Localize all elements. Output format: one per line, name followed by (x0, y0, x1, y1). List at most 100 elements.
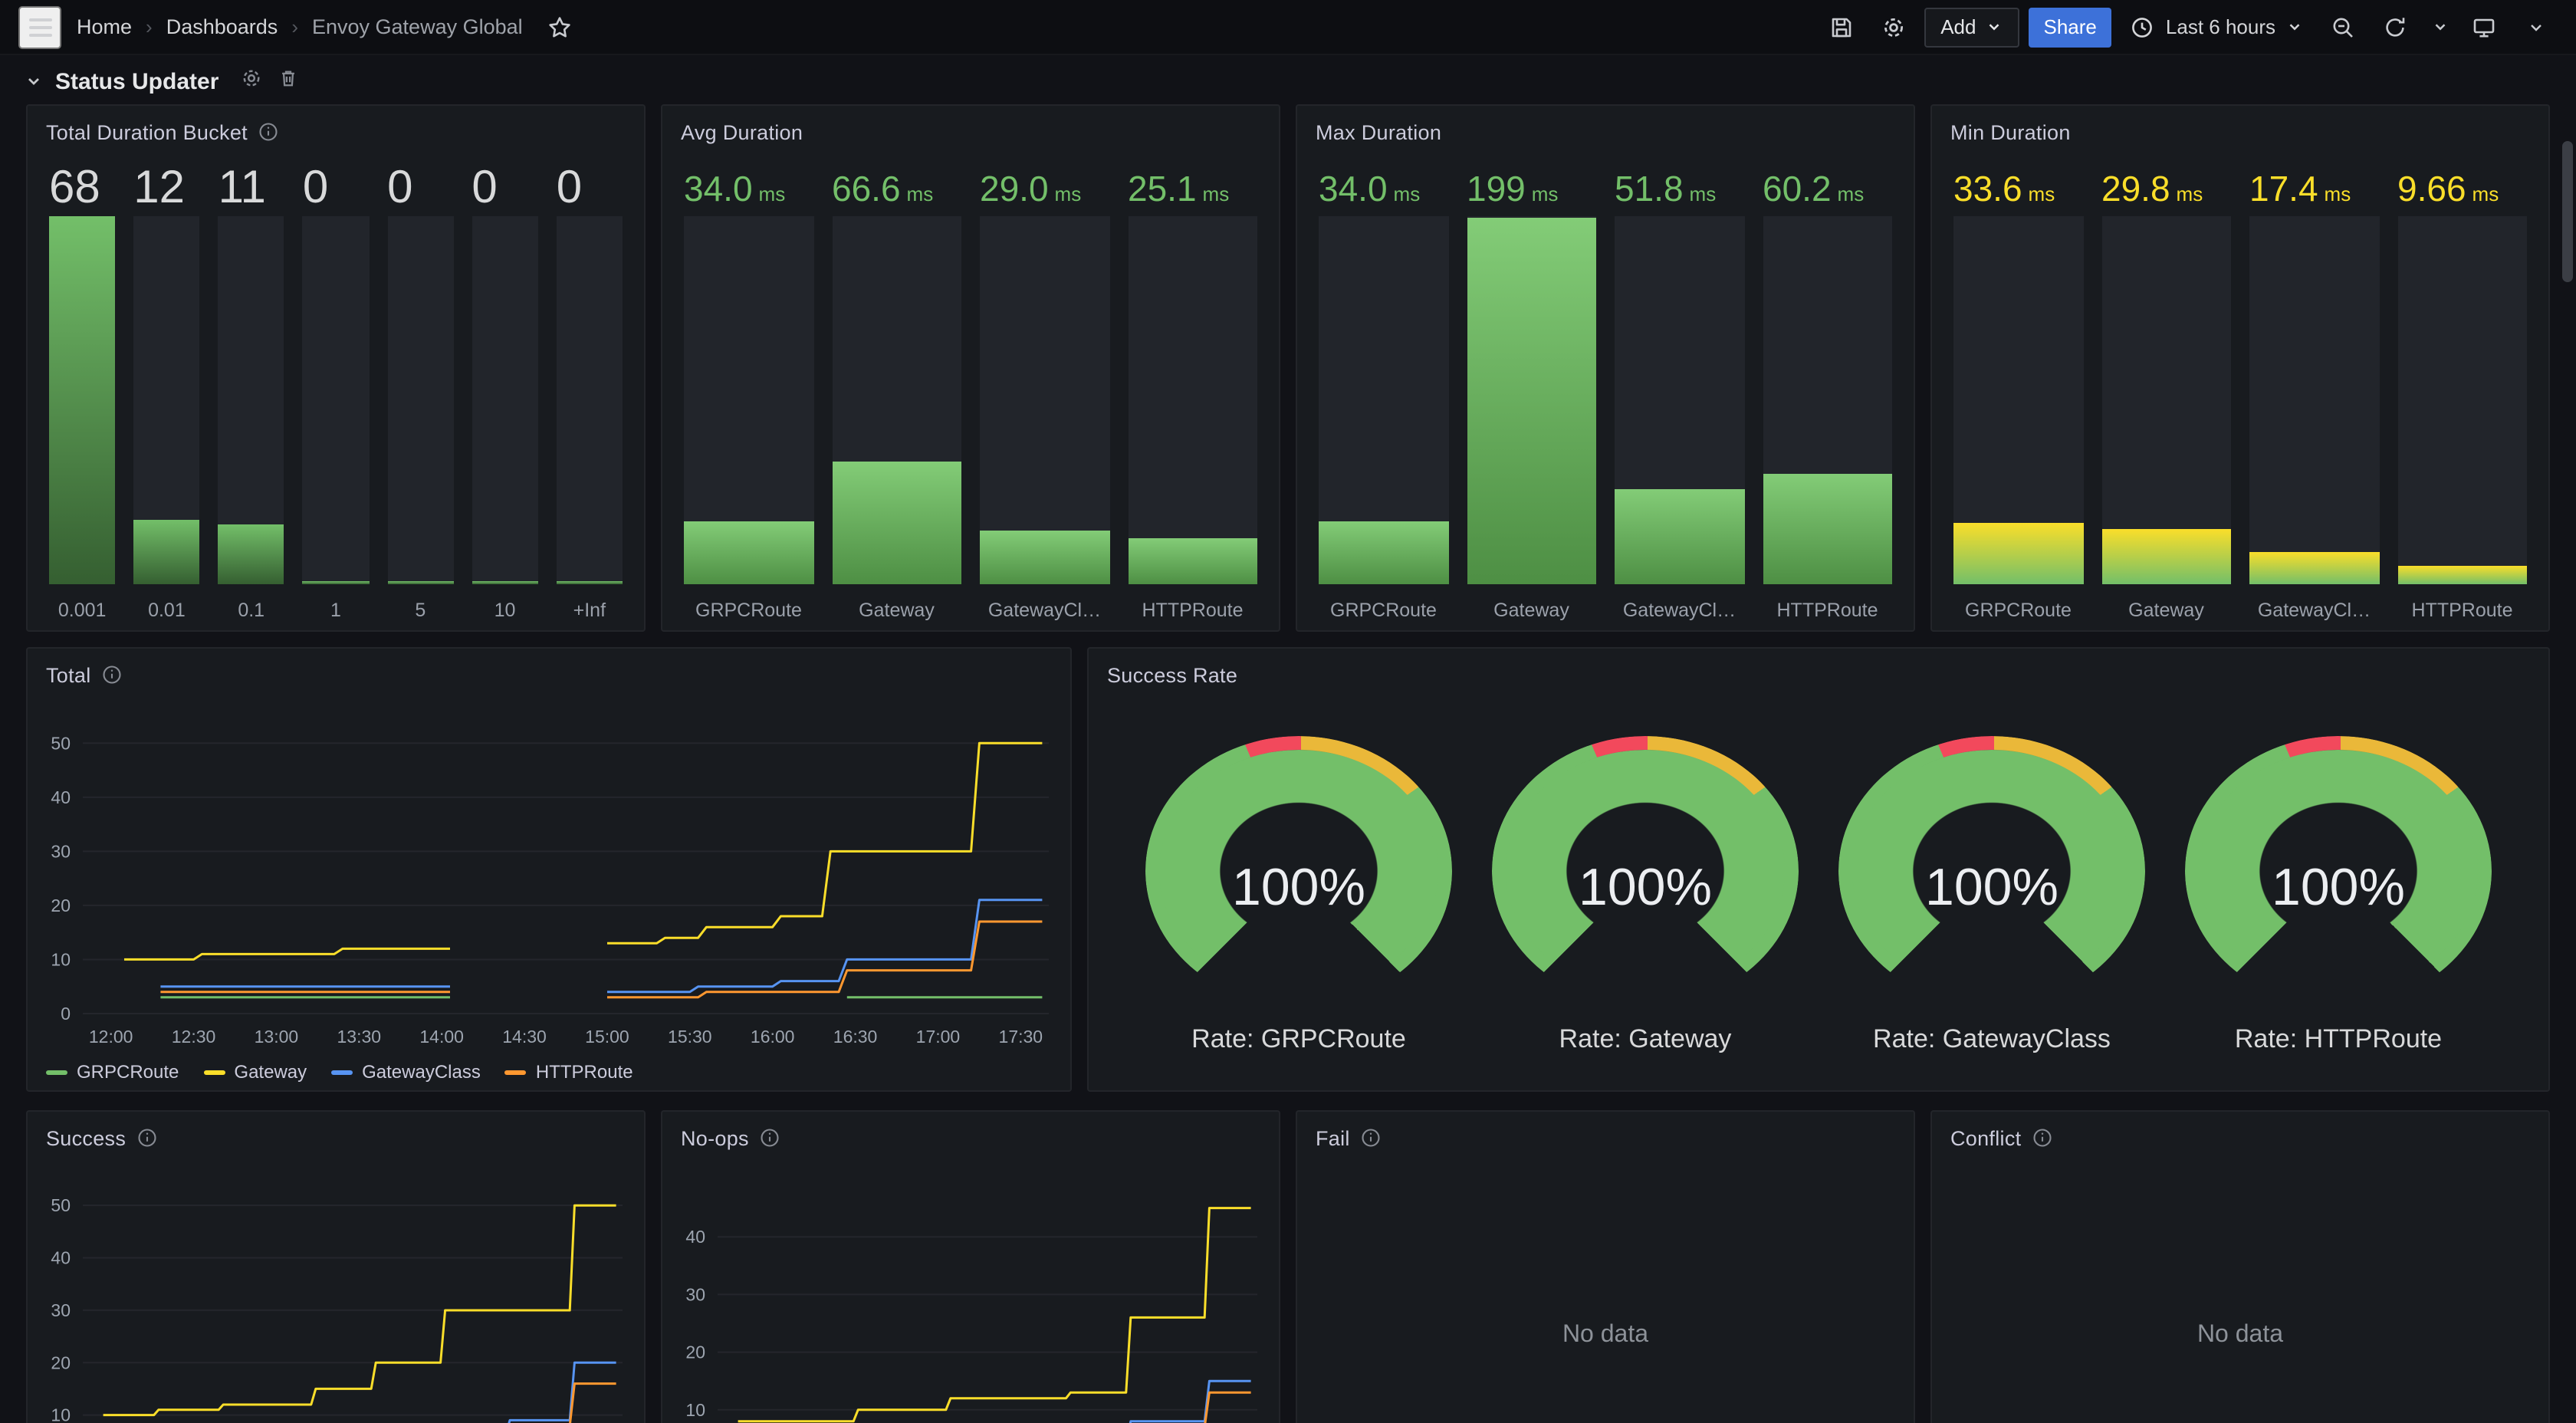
gauge-label: Rate: GatewayClass (1873, 1024, 2111, 1055)
bar-value: 25.1ms (1128, 161, 1257, 216)
panel-header[interactable]: Success Rate (1089, 649, 2548, 701)
breadcrumb-current[interactable]: Envoy Gateway Global (312, 15, 523, 38)
bar-track (472, 216, 537, 584)
legend-swatch (331, 1070, 353, 1074)
panel-header[interactable]: No-ops (662, 1112, 1279, 1164)
panel-header[interactable]: Success (28, 1112, 644, 1164)
bar-gauge-column: 34.0msGRPCRoute (684, 161, 813, 621)
gauge-visual: 100% (2185, 736, 2492, 1006)
kiosk-monitor-icon[interactable] (2463, 5, 2505, 48)
row-collapse-chevron-icon[interactable] (25, 72, 43, 90)
panel-fail: Fail No data (1296, 1110, 1915, 1423)
bar-gauge-bucket: 680.001120.01110.101050100+Inf (28, 158, 644, 630)
add-button[interactable]: Add (1924, 7, 2019, 47)
bar-category-label: HTTPRoute (2397, 584, 2527, 621)
row-delete-trash-icon[interactable] (277, 67, 298, 96)
bar-track (303, 216, 369, 584)
zoom-out-icon[interactable] (2321, 5, 2364, 48)
scrollbar-thumb[interactable] (2562, 141, 2573, 282)
refresh-icon[interactable] (2374, 5, 2417, 48)
bar-gauge-column: 0+Inf (557, 161, 623, 621)
bar-gauge-column: 60.2msHTTPRoute (1763, 161, 1892, 621)
legend-swatch (203, 1070, 225, 1074)
nav-right: Add Share Last 6 hours (1819, 5, 2558, 48)
menu-icon[interactable] (18, 5, 61, 48)
legend-item-gateway[interactable]: Gateway (203, 1061, 307, 1083)
panel-header[interactable]: Min Duration (1932, 106, 2548, 158)
bar-fill (219, 524, 284, 584)
svg-text:12:00: 12:00 (89, 1027, 133, 1047)
svg-text:16:30: 16:30 (833, 1027, 878, 1047)
bar-track (1319, 216, 1448, 584)
bar-category-label: GatewayCl… (2249, 584, 2379, 621)
info-icon[interactable] (760, 1127, 781, 1149)
svg-text:20: 20 (685, 1342, 705, 1362)
collapse-nav-chevron-icon[interactable] (2515, 5, 2558, 48)
bar-gauge-max: 34.0msGRPCRoute199msGateway51.8msGateway… (1297, 158, 1914, 630)
gauge-value: 100% (1145, 859, 1452, 919)
panel-header[interactable]: Total (28, 649, 1070, 701)
breadcrumb-home[interactable]: Home (77, 15, 132, 38)
share-button[interactable]: Share (2029, 7, 2112, 47)
no-data-region: No data (1297, 1164, 1914, 1423)
gauge-label: Rate: Gateway (1559, 1024, 1732, 1055)
bar-fill (1319, 521, 1448, 584)
panel-min-duration: Min Duration 33.6msGRPCRoute29.8msGatewa… (1930, 104, 2550, 632)
svg-text:40: 40 (685, 1227, 705, 1247)
info-icon[interactable] (136, 1127, 158, 1149)
info-icon[interactable] (2032, 1127, 2053, 1149)
timeseries-plot[interactable]: 0102030405012:0012:3013:0013:3014:0014:3… (28, 701, 1070, 1053)
bar-category-label: GRPCRoute (684, 584, 813, 621)
bar-fill (2249, 552, 2379, 584)
breadcrumb-separator: › (146, 15, 153, 38)
legend-item-httproute[interactable]: HTTPRoute (505, 1061, 633, 1083)
star-icon[interactable] (538, 5, 581, 48)
refresh-interval-chevron-icon[interactable] (2426, 5, 2453, 48)
legend-item-grpcroute[interactable]: GRPCRoute (46, 1061, 179, 1083)
breadcrumb-dashboards[interactable]: Dashboards (166, 15, 278, 38)
svg-text:12:30: 12:30 (172, 1027, 216, 1047)
svg-text:20: 20 (51, 1352, 71, 1372)
row-header-status-updater[interactable]: Status Updater (0, 55, 2576, 104)
bar-track (684, 216, 813, 584)
settings-gear-icon[interactable] (1871, 5, 1914, 48)
panel-title: Total Duration Bucket (46, 120, 248, 143)
gauge: 100%Rate: GatewayClass (1838, 736, 2145, 1055)
dashboard-grid: Total Duration Bucket 680.001120.01110.1… (0, 104, 2576, 1423)
panel-header[interactable]: Fail (1297, 1112, 1914, 1164)
bar-gauge-column: 29.8msGateway (2101, 161, 2231, 621)
save-icon[interactable] (1819, 5, 1862, 48)
bar-gauge-column: 29.0msGatewayCl… (980, 161, 1109, 621)
bar-category-label: GatewayCl… (980, 584, 1109, 621)
legend-item-gatewayclass[interactable]: GatewayClass (331, 1061, 481, 1083)
panel-header[interactable]: Avg Duration (662, 106, 1279, 158)
bar-gauge-column: 05 (387, 161, 453, 621)
bar-category-label: 0.1 (219, 584, 284, 621)
svg-text:10: 10 (51, 949, 71, 969)
time-range-picker[interactable]: Last 6 hours (2121, 5, 2312, 48)
timeseries-plot[interactable]: 01020304012:0013:0014:0015:0016:0017:00 (662, 1164, 1279, 1423)
bar-fill (1467, 218, 1596, 584)
bar-value: 68 (49, 161, 115, 216)
panel-header[interactable]: Conflict (1932, 1112, 2548, 1164)
panel-header[interactable]: Total Duration Bucket (28, 106, 644, 158)
bar-gauge-column: 66.6msGateway (832, 161, 961, 621)
bar-track (1615, 216, 1744, 584)
svg-text:13:30: 13:30 (337, 1027, 382, 1047)
info-icon[interactable] (102, 664, 123, 685)
row-settings-gear-icon[interactable] (240, 67, 261, 96)
info-icon[interactable] (1361, 1127, 1382, 1149)
bar-gauge-column: 01 (303, 161, 369, 621)
svg-text:17:00: 17:00 (916, 1027, 961, 1047)
bar-track (2101, 216, 2231, 584)
panel-title: Avg Duration (681, 120, 803, 143)
bar-gauge-avg: 34.0msGRPCRoute66.6msGateway29.0msGatewa… (662, 158, 1279, 630)
row-title[interactable]: Status Updater (55, 68, 219, 94)
timeseries-plot[interactable]: 0102030405012:0013:0014:0015:0016:0017:0… (28, 1164, 644, 1423)
svg-text:30: 30 (685, 1284, 705, 1304)
panel-avg-duration: Avg Duration 34.0msGRPCRoute66.6msGatewa… (661, 104, 1280, 632)
panel-header[interactable]: Max Duration (1297, 106, 1914, 158)
svg-text:15:30: 15:30 (668, 1027, 712, 1047)
info-icon[interactable] (258, 121, 280, 143)
svg-text:14:30: 14:30 (502, 1027, 547, 1047)
